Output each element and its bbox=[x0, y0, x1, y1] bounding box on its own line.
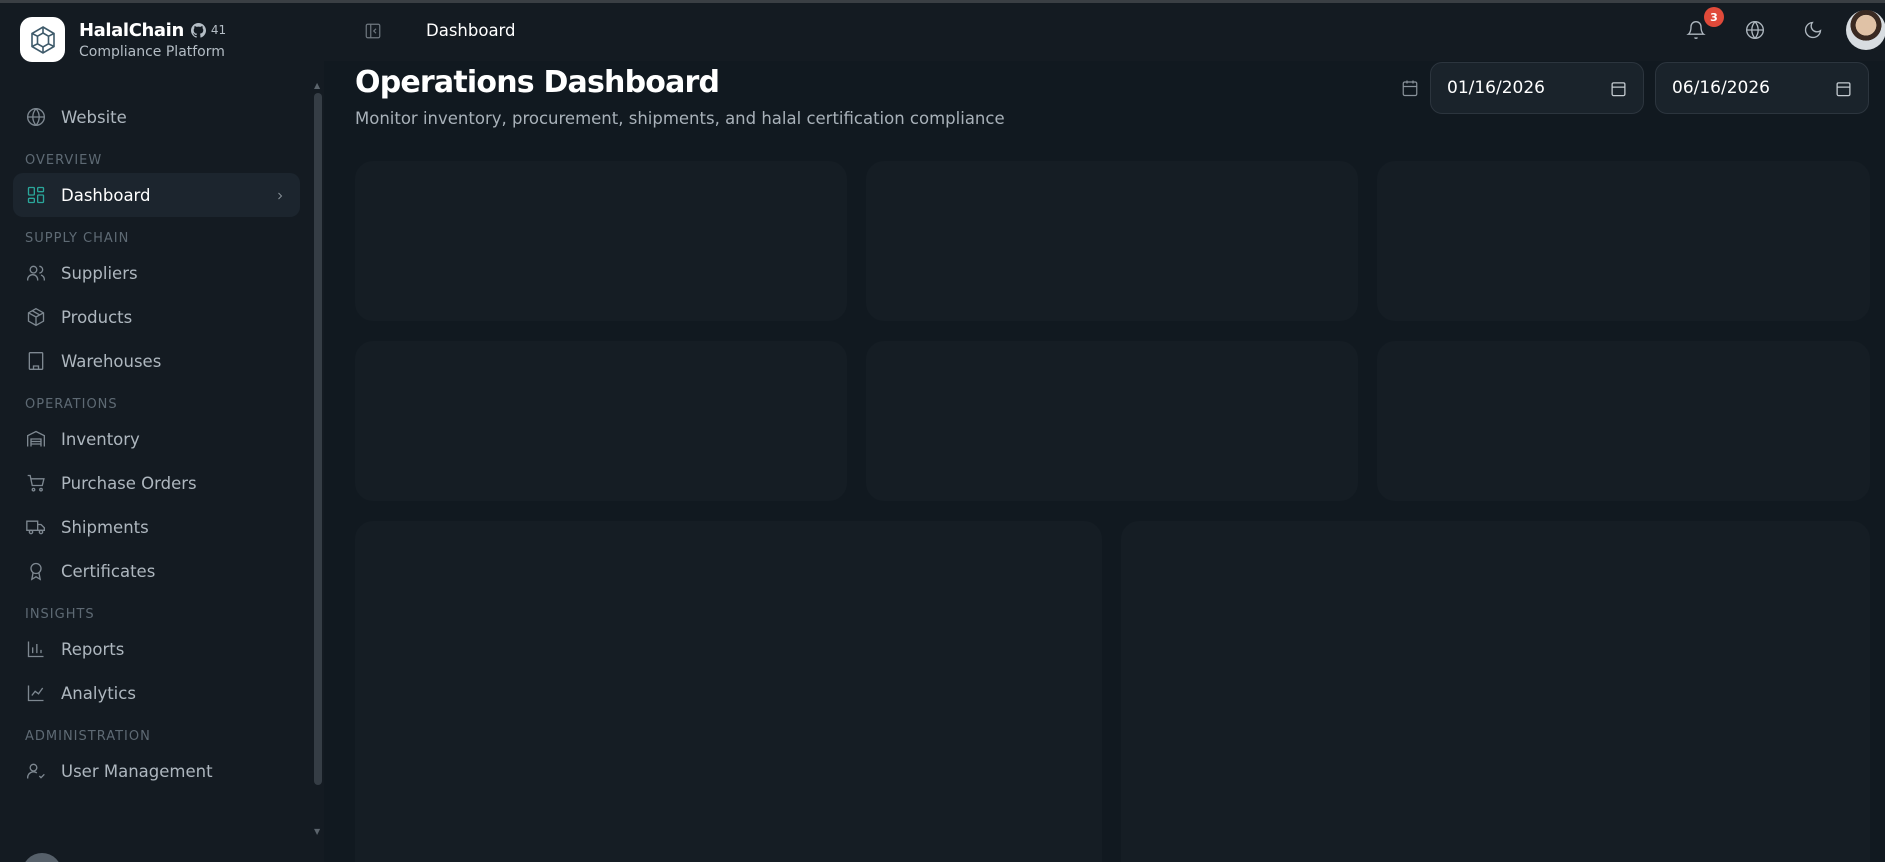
breadcrumb: Dashboard bbox=[426, 21, 516, 40]
stat-card-skeleton bbox=[355, 341, 847, 501]
brand[interactable]: HalalChain 41 Compliance Platform bbox=[20, 17, 226, 62]
section-label-operations: OPERATIONS bbox=[25, 397, 118, 412]
notification-badge: 3 bbox=[1704, 7, 1724, 27]
sidebar-item-label: Website bbox=[61, 107, 127, 127]
sidebar-item-analytics[interactable]: Analytics bbox=[13, 671, 300, 715]
line-chart-icon bbox=[25, 682, 47, 704]
sidebar-item-label: Shipments bbox=[61, 517, 149, 537]
truck-icon bbox=[25, 516, 47, 538]
chart-panel-skeleton bbox=[355, 521, 1102, 862]
sidebar-item-shipments[interactable]: Shipments bbox=[13, 505, 300, 549]
section-label-supply-chain: SUPPLY CHAIN bbox=[25, 231, 130, 246]
sidebar-item-label: Analytics bbox=[61, 683, 136, 703]
stat-card-skeleton bbox=[866, 341, 1358, 501]
sidebar-item-label: Purchase Orders bbox=[61, 473, 197, 493]
sidebar-item-user-management[interactable]: User Management bbox=[13, 749, 300, 793]
sidebar-item-suppliers[interactable]: Suppliers bbox=[13, 251, 300, 295]
cart-icon bbox=[25, 472, 47, 494]
sidebar-item-label: Certificates bbox=[61, 561, 156, 581]
page-title: Operations Dashboard bbox=[355, 65, 720, 100]
sidebar-item-label: Suppliers bbox=[61, 263, 138, 283]
package-icon bbox=[25, 306, 47, 328]
date-to-field[interactable]: 06/16/2026 bbox=[1655, 62, 1869, 114]
sidebar-item-label: Dashboard bbox=[61, 185, 151, 205]
sidebar-item-purchase-orders[interactable]: Purchase Orders bbox=[13, 461, 300, 505]
globe-icon bbox=[25, 106, 47, 128]
sidebar-user-footer[interactable] bbox=[22, 853, 62, 862]
warehouse-icon bbox=[25, 428, 47, 450]
main-content: Operations Dashboard Monitor inventory, … bbox=[324, 61, 1885, 862]
scroll-down-arrow[interactable]: ▼ bbox=[314, 827, 320, 836]
section-label-overview: OVERVIEW bbox=[25, 153, 103, 168]
chart-panel-skeleton bbox=[1121, 521, 1870, 862]
language-globe-icon[interactable] bbox=[1745, 20, 1765, 44]
sidebar: HalalChain 41 Compliance Platform Websit… bbox=[0, 3, 324, 862]
section-label-administration: ADMINISTRATION bbox=[25, 729, 151, 744]
github-icon[interactable] bbox=[190, 22, 206, 38]
user-check-icon bbox=[25, 760, 47, 782]
github-star-count: 41 bbox=[210, 23, 227, 37]
sidebar-item-products[interactable]: Products bbox=[13, 295, 300, 339]
scroll-up-arrow[interactable]: ▲ bbox=[314, 81, 320, 90]
brand-subtitle: Compliance Platform bbox=[79, 43, 225, 60]
users-icon bbox=[25, 262, 47, 284]
avatar bbox=[22, 853, 62, 862]
stat-card-skeleton bbox=[1377, 161, 1870, 321]
calendar-picker-icon[interactable] bbox=[1610, 80, 1627, 102]
page-subtitle: Monitor inventory, procurement, shipment… bbox=[355, 109, 1005, 128]
sidebar-nav: Website OVERVIEW Dashboard SUPPLY CHAIN … bbox=[13, 95, 300, 793]
stat-card-skeleton bbox=[355, 161, 847, 321]
sidebar-item-label: Products bbox=[61, 307, 133, 327]
sidebar-item-website[interactable]: Website bbox=[13, 95, 300, 139]
theme-moon-icon[interactable] bbox=[1803, 20, 1823, 44]
sidebar-item-certificates[interactable]: Certificates bbox=[13, 549, 300, 593]
sidebar-scrollbar[interactable] bbox=[314, 93, 322, 785]
award-icon bbox=[25, 560, 47, 582]
bar-chart-icon bbox=[25, 638, 47, 660]
chevron-right-icon bbox=[274, 187, 286, 206]
topbar: Dashboard 3 bbox=[324, 3, 1885, 61]
date-to-value: 06/16/2026 bbox=[1672, 78, 1770, 98]
section-label-insights: INSIGHTS bbox=[25, 607, 95, 622]
sidebar-item-label: Warehouses bbox=[61, 351, 162, 371]
stat-card-skeleton bbox=[866, 161, 1358, 321]
date-from-field[interactable]: 01/16/2026 bbox=[1430, 62, 1644, 114]
bell-icon[interactable] bbox=[1686, 20, 1706, 44]
sidebar-item-warehouses[interactable]: Warehouses bbox=[13, 339, 300, 383]
sidebar-item-label: User Management bbox=[61, 761, 213, 781]
date-from-value: 01/16/2026 bbox=[1447, 78, 1545, 98]
sidebar-item-dashboard[interactable]: Dashboard bbox=[13, 173, 300, 217]
sidebar-item-reports[interactable]: Reports bbox=[13, 627, 300, 671]
building-icon bbox=[25, 350, 47, 372]
halalchain-logo bbox=[20, 17, 65, 62]
user-avatar[interactable] bbox=[1846, 10, 1885, 50]
calendar-picker-icon[interactable] bbox=[1835, 80, 1852, 102]
sidebar-item-label: Inventory bbox=[61, 429, 140, 449]
sidebar-item-label: Reports bbox=[61, 639, 125, 659]
calendar-icon bbox=[1401, 79, 1419, 101]
sidebar-item-inventory[interactable]: Inventory bbox=[13, 417, 300, 461]
stat-card-skeleton bbox=[1377, 341, 1870, 501]
brand-name: HalalChain bbox=[79, 19, 184, 41]
sidebar-collapse-icon[interactable] bbox=[364, 22, 382, 44]
layout-grid-icon bbox=[25, 184, 47, 206]
